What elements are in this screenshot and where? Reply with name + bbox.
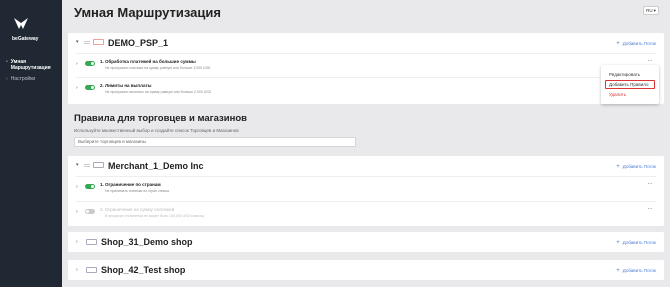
rule-description: Не пропускать платежи на сумму равную ил… bbox=[105, 66, 211, 70]
rule-title: 2. Лимиты на выплаты bbox=[100, 83, 152, 88]
add-flow-button[interactable]: + Добавить Поток bbox=[616, 268, 656, 274]
card-title: Shop_31_Demo shop bbox=[101, 237, 193, 247]
chevron-down-icon: ▾ bbox=[653, 7, 656, 13]
menu-item-edit[interactable]: Редактировать bbox=[609, 72, 640, 77]
rule-row[interactable]: › 2. Лимиты на выплаты Не пропускать вып… bbox=[76, 77, 656, 99]
section-hint: Используйте множественный выбор и создай… bbox=[74, 128, 239, 133]
sidebar: beGateway • Умная Маршрутизация › Настро… bbox=[0, 0, 62, 287]
more-options-icon[interactable]: ··· bbox=[648, 206, 653, 212]
divider bbox=[76, 53, 656, 54]
rule-context-menu: Редактировать Добавить Правило Удалить bbox=[601, 65, 659, 104]
bullet-icon: › bbox=[6, 76, 8, 82]
drag-handle-icon[interactable] bbox=[84, 164, 90, 167]
divider bbox=[76, 77, 656, 78]
rule-title: 2. Ограничение на сумму платежей bbox=[100, 207, 175, 212]
expand-chevron-icon[interactable]: › bbox=[76, 85, 78, 91]
card-shop-42: › Shop_42_Test shop + Добавить Поток bbox=[68, 260, 664, 280]
add-flow-button[interactable]: + Добавить Поток bbox=[616, 41, 656, 47]
menu-item-add-rule[interactable]: Добавить Правило bbox=[605, 80, 655, 89]
add-flow-label: Добавить Поток bbox=[622, 240, 656, 245]
more-options-icon[interactable]: ··· bbox=[648, 58, 653, 64]
rule-toggle[interactable] bbox=[85, 85, 95, 90]
card-title: DEMO_PSP_1 bbox=[108, 38, 169, 48]
rule-description: Не пропускать выплаты на сумму равную ил… bbox=[105, 90, 212, 94]
card-merchant: ▾ Merchant_1_Demo Inc + Добавить Поток › … bbox=[68, 156, 664, 226]
logo-text: beGateway bbox=[12, 36, 39, 42]
collapse-chevron-icon[interactable]: › bbox=[76, 239, 78, 245]
add-flow-button[interactable]: + Добавить Поток bbox=[616, 240, 656, 246]
rule-toggle[interactable] bbox=[85, 209, 95, 214]
expand-chevron-icon[interactable]: › bbox=[76, 184, 78, 190]
add-flow-label: Добавить Поток bbox=[622, 41, 656, 46]
sidebar-item-settings[interactable]: › Настройки bbox=[6, 76, 35, 82]
shop-logo-icon bbox=[86, 239, 97, 245]
rule-description: В процессе отклонения не может быть 100,… bbox=[105, 214, 204, 218]
add-flow-label: Добавить Поток bbox=[622, 164, 656, 169]
section-title: Правила для торговцев и магазинов bbox=[74, 113, 247, 124]
plus-icon: + bbox=[616, 268, 620, 274]
language-select[interactable]: RU ▾ bbox=[643, 6, 659, 15]
merchant-shop-select[interactable]: Выберите торговцев и магазины bbox=[74, 137, 356, 147]
expand-chevron-icon[interactable]: › bbox=[76, 209, 78, 215]
rule-toggle[interactable] bbox=[85, 61, 95, 66]
plus-icon: + bbox=[616, 41, 620, 47]
bullet-icon: • bbox=[6, 59, 8, 65]
sidebar-item-label: Настройки bbox=[10, 76, 36, 82]
sidebar-item-smart-routing[interactable]: • Умная Маршрутизация bbox=[6, 59, 51, 71]
collapse-chevron-icon[interactable]: ▾ bbox=[76, 162, 79, 168]
sidebar-item-label: Умная Маршрутизация bbox=[10, 59, 51, 71]
rule-description: Не принимать платежи из стран списка bbox=[105, 189, 169, 193]
language-label: RU bbox=[646, 8, 653, 13]
expand-chevron-icon[interactable]: › bbox=[76, 61, 78, 67]
plus-icon: + bbox=[616, 164, 620, 170]
rule-row[interactable]: › 1. Обработка платежей на большие суммы… bbox=[76, 53, 656, 75]
divider bbox=[76, 176, 656, 177]
rule-title: 1. Ограничение по странам bbox=[100, 182, 161, 187]
add-flow-label: Добавить Поток bbox=[622, 268, 656, 273]
rule-row[interactable]: › 1. Ограничение по странам Не принимать… bbox=[76, 176, 656, 198]
begateway-logo-icon bbox=[14, 18, 28, 29]
card-shop-31: › Shop_31_Demo shop + Добавить Поток bbox=[68, 232, 664, 252]
shop-logo-icon bbox=[86, 267, 97, 273]
add-flow-button[interactable]: + Добавить Поток bbox=[616, 164, 656, 170]
page-title: Умная Маршрутизация bbox=[74, 5, 221, 20]
menu-item-delete[interactable]: Удалить bbox=[609, 92, 626, 97]
rule-title: 1. Обработка платежей на большие суммы bbox=[100, 59, 196, 64]
rule-row[interactable]: › 2. Ограничение на сумму платежей В про… bbox=[76, 201, 656, 223]
card-title: Shop_42_Test shop bbox=[101, 265, 186, 275]
drag-handle-icon[interactable] bbox=[84, 41, 90, 44]
card-psp: ▾ DEMO_PSP_1 + Добавить Поток › 1. Обрабо… bbox=[68, 33, 664, 104]
merchant-logo-icon bbox=[93, 162, 104, 168]
logo[interactable]: beGateway bbox=[12, 16, 52, 42]
plus-icon: + bbox=[616, 240, 620, 246]
collapse-chevron-icon[interactable]: › bbox=[76, 267, 78, 273]
psp-logo-icon bbox=[93, 39, 104, 45]
more-options-icon[interactable]: ··· bbox=[648, 181, 653, 187]
card-title: Merchant_1_Demo Inc bbox=[108, 161, 204, 171]
collapse-chevron-icon[interactable]: ▾ bbox=[76, 39, 79, 45]
divider bbox=[76, 201, 656, 202]
rule-toggle[interactable] bbox=[85, 184, 95, 189]
